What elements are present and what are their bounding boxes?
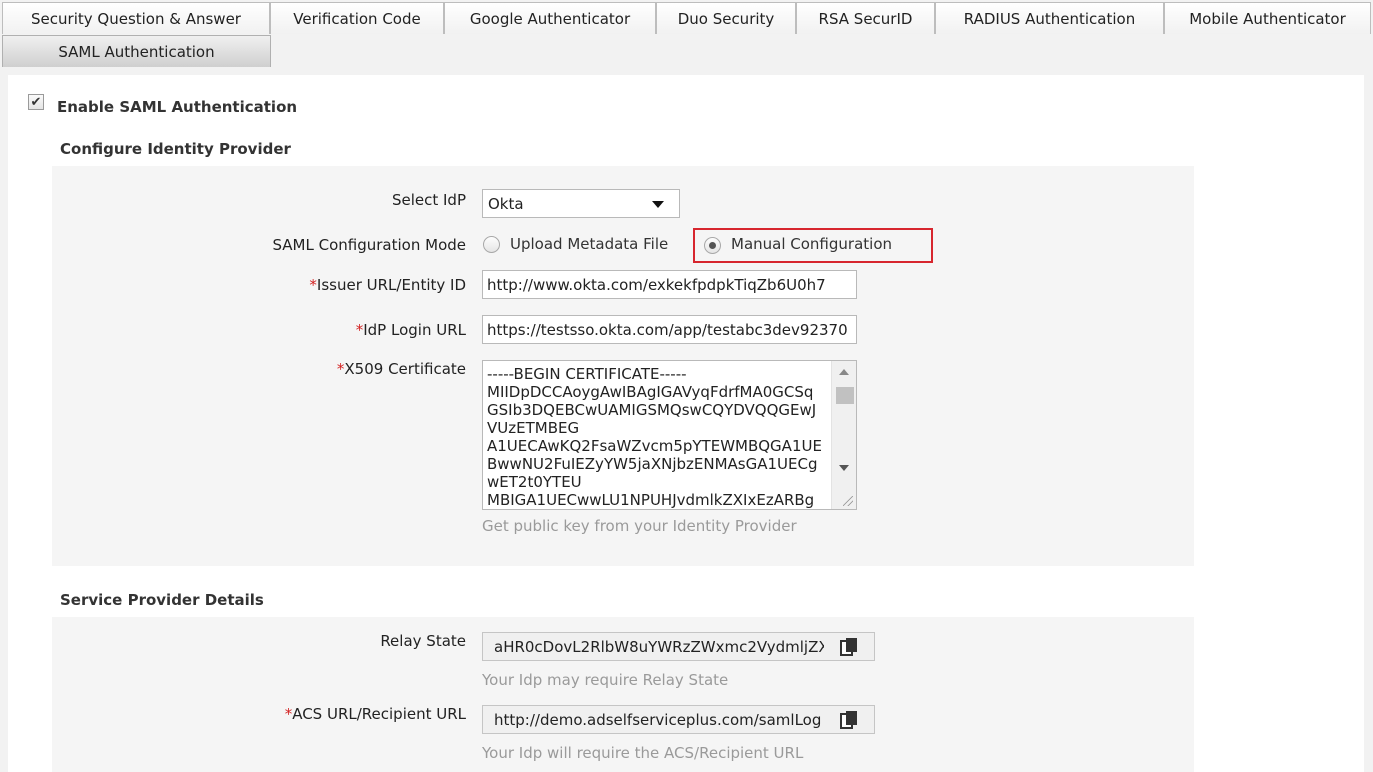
tab-verification-code[interactable]: Verification Code [270,2,444,34]
checkmark-icon: ✔ [30,94,42,110]
acs-url-value: http://demo.adselfserviceplus.com/samlLo… [494,710,822,729]
relay-state-label: Relay State [380,632,466,650]
tab-google-authenticator[interactable]: Google Authenticator [444,2,656,34]
certificate-scrollbar[interactable] [831,361,856,509]
login-url-label: *IdP Login URL [356,321,466,339]
issuer-label: *Issuer URL/Entity ID [309,276,466,294]
upload-metadata-radio[interactable] [483,236,500,253]
manual-config-label: Manual Configuration [731,235,893,253]
tab-radius-authentication[interactable]: RADIUS Authentication [935,2,1164,34]
tab-mobile-authenticator[interactable]: Mobile Authenticator [1164,2,1371,34]
tab-security-question[interactable]: Security Question & Answer [2,2,270,34]
idp-login-url-input[interactable]: https://testsso.okta.com/app/testabc3dev… [482,315,857,344]
manual-config-radio[interactable] [704,237,721,254]
copy-icon[interactable] [840,710,858,730]
acs-url-hint: Your Idp will require the ACS/Recipient … [482,744,804,762]
select-idp-label: Select IdP [391,191,466,209]
required-mark: * [309,276,317,294]
acs-url-label: *ACS URL/Recipient URL [285,705,466,723]
issuer-label-text: Issuer URL/Entity ID [316,276,466,294]
relay-state-hint: Your Idp may require Relay State [482,671,729,689]
relay-state-value: aHR0cDovL2RlbW8uYWRzZWxmc2VydmljZX [494,637,824,656]
idp-select[interactable]: Okta [482,189,680,218]
acs-url-label-text: ACS URL/Recipient URL [292,705,466,723]
sp-section-title: Service Provider Details [60,591,264,609]
enable-saml-checkbox[interactable]: ✔ [28,94,44,110]
issuer-url-input[interactable]: http://www.okta.com/exkekfpdpkTiqZb6U0h7 [482,270,857,299]
idp-select-value: Okta [488,194,524,213]
copy-icon[interactable] [840,637,858,657]
scroll-up-arrow-icon[interactable] [839,369,849,375]
resize-grip-icon[interactable] [843,496,853,506]
tab-duo-security[interactable]: Duo Security [656,2,796,34]
enable-saml-label: Enable SAML Authentication [57,98,298,116]
certificate-label-text: X509 Certificate [344,360,466,378]
idp-section-title: Configure Identity Provider [60,140,291,158]
acs-url-field[interactable]: http://demo.adselfserviceplus.com/samlLo… [482,705,875,734]
certificate-label: *X509 Certificate [337,360,466,378]
login-url-label-text: IdP Login URL [363,321,466,339]
chevron-down-icon [652,201,664,208]
upload-metadata-label: Upload Metadata File [510,235,669,253]
scroll-thumb[interactable] [836,387,854,404]
tab-rsa-securid[interactable]: RSA SecurID [796,2,935,34]
config-mode-label: SAML Configuration Mode [272,236,467,254]
certificate-hint: Get public key from your Identity Provid… [482,517,797,535]
scroll-down-arrow-icon[interactable] [839,465,849,471]
certificate-text: -----BEGIN CERTIFICATE----- MIIDpDCCAoyg… [487,365,822,509]
relay-state-field[interactable]: aHR0cDovL2RlbW8uYWRzZWxmc2VydmljZX [482,632,875,661]
tab-saml-authentication[interactable]: SAML Authentication [2,35,271,67]
x509-certificate-textarea[interactable]: -----BEGIN CERTIFICATE----- MIIDpDCCAoyg… [482,360,857,510]
